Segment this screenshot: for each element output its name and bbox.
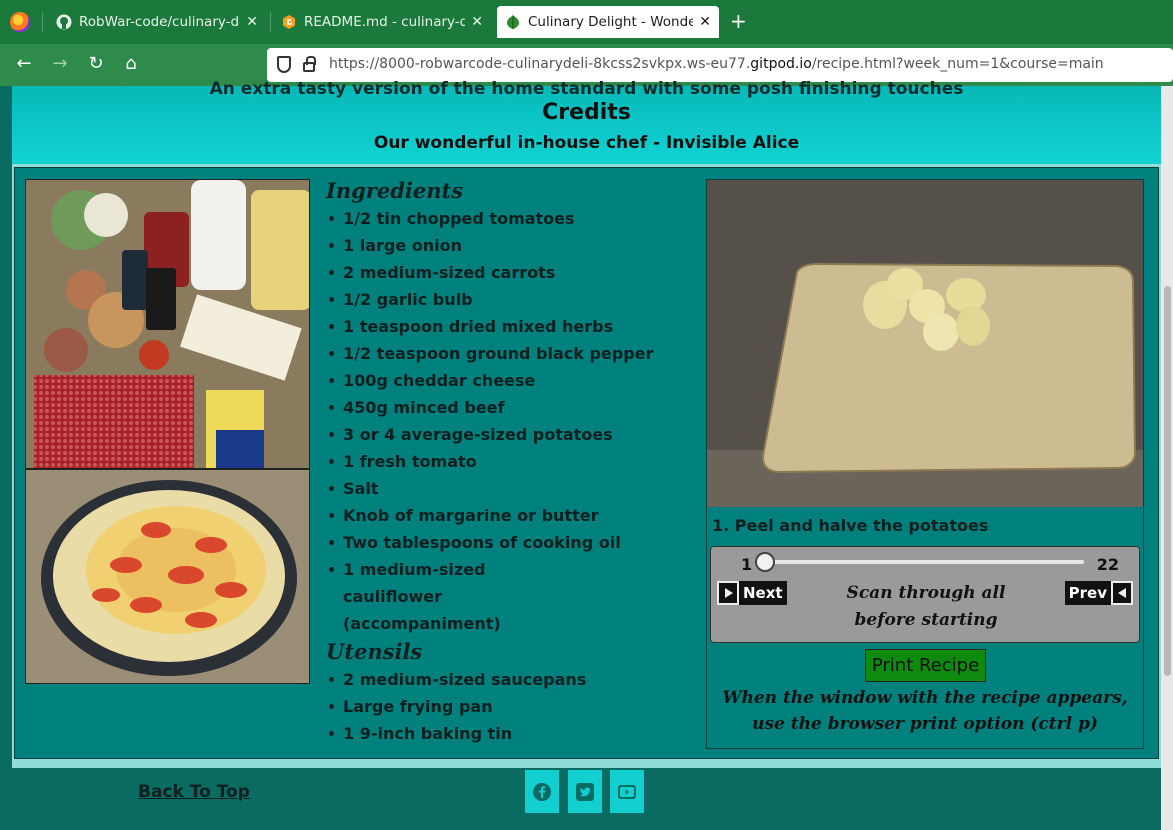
step-slider-panel: 1 22 Next Scan through all before starti… xyxy=(710,546,1140,643)
step-viewer: 1. Peel and halve the potatoes 1 22 Next… xyxy=(706,179,1144,749)
step-instruction: 1. Peel and halve the potatoes xyxy=(712,516,989,535)
print-recipe-button[interactable]: Print Recipe xyxy=(865,649,986,682)
play-right-icon[interactable] xyxy=(717,581,739,605)
tab-separator xyxy=(270,12,271,32)
ingredient-item: 2 medium-sized carrots xyxy=(326,259,696,286)
ingredient-item: 1 medium-sized cauliflower (accompanimen… xyxy=(326,556,556,637)
recipe-description: An extra tasty version of the home stand… xyxy=(209,79,964,99)
slider-min-label: 1 xyxy=(741,555,753,574)
url-text[interactable]: https://8000-robwarcode-culinarydeli-8kc… xyxy=(329,56,1104,72)
ingredients-photo-drawing xyxy=(26,180,309,468)
recipe-panel: An extra tasty version of the home stand… xyxy=(12,79,1161,768)
firefox-icon[interactable] xyxy=(10,12,30,32)
ingredient-item: 3 or 4 average-sized potatoes xyxy=(326,421,696,448)
ingredient-item: 1/2 tin chopped tomatoes xyxy=(326,205,696,232)
close-icon[interactable]: ✕ xyxy=(246,14,258,30)
forward-arrow-icon[interactable]: → xyxy=(48,53,72,74)
ingredient-item: Salt xyxy=(326,475,696,502)
facebook-link[interactable] xyxy=(525,770,559,813)
step-photo-drawing xyxy=(707,180,1143,507)
ingredient-item: 1/2 garlic bulb xyxy=(326,286,696,313)
slider-max-label: 22 xyxy=(1096,555,1119,574)
recipe-body: Ingredients 1/2 tin chopped tomatoes 1 l… xyxy=(14,167,1159,759)
tab-label: RobWar-code/culinary-delig xyxy=(79,14,240,30)
lock-icon[interactable] xyxy=(303,56,316,72)
step-photo xyxy=(707,180,1143,507)
utensil-item: Large frying pan xyxy=(326,693,696,720)
prev-button[interactable]: Prev xyxy=(1064,581,1133,605)
gitpod-icon xyxy=(283,15,295,29)
utensils-heading: Utensils xyxy=(326,639,423,664)
finished-dish-photo xyxy=(25,469,310,684)
ingredient-item: Two tablespoons of cooking oil xyxy=(326,529,696,556)
ingredient-item: 1 fresh tomato xyxy=(326,448,696,475)
home-icon[interactable]: ⌂ xyxy=(119,53,143,74)
twitter-icon xyxy=(576,782,594,801)
finished-dish-drawing xyxy=(26,470,309,683)
tab-github[interactable]: RobWar-code/culinary-delig ✕ xyxy=(48,6,266,38)
url-suffix: /recipe.html?week_num=1&course=main xyxy=(811,56,1104,72)
step-slider[interactable] xyxy=(762,560,1084,564)
reload-icon[interactable]: ↻ xyxy=(84,53,108,74)
credits-heading: Credits xyxy=(542,100,631,125)
step-slider-thumb[interactable] xyxy=(755,552,775,572)
scrollbar-thumb[interactable] xyxy=(1164,286,1171,676)
tab-label: README.md - culinary-delig xyxy=(304,14,466,30)
page-viewport: An extra tasty version of the home stand… xyxy=(0,79,1173,830)
tab-culinary-delight[interactable]: Culinary Delight - Wonderfu ✕ xyxy=(497,6,719,38)
url-bar[interactable]: https://8000-robwarcode-culinarydeli-8kc… xyxy=(267,48,1173,82)
ingredients-list: 1/2 tin chopped tomatoes 1 large onion 2… xyxy=(326,205,696,637)
browser-tab-bar: RobWar-code/culinary-delig ✕ README.md -… xyxy=(0,0,1173,44)
url-domain: gitpod.io xyxy=(750,56,812,72)
tab-separator xyxy=(42,12,43,32)
ingredient-item: 100g cheddar cheese xyxy=(326,367,696,394)
url-prefix: https://8000-robwarcode-culinarydeli-8kc… xyxy=(329,56,751,72)
print-instructions: When the window with the recipe appears,… xyxy=(722,688,1128,734)
tab-label: Culinary Delight - Wonderfu xyxy=(528,14,694,30)
recipe-lists: Ingredients 1/2 tin chopped tomatoes 1 l… xyxy=(326,176,696,747)
next-button[interactable]: Next xyxy=(717,581,787,605)
shield-icon[interactable] xyxy=(277,56,291,73)
twitter-link[interactable] xyxy=(568,770,602,813)
play-left-icon[interactable] xyxy=(1111,581,1133,605)
youtube-link[interactable] xyxy=(610,770,644,813)
close-icon[interactable]: ✕ xyxy=(471,14,483,30)
ingredient-item: Knob of margarine or butter xyxy=(326,502,696,529)
github-icon xyxy=(56,14,72,30)
prev-label[interactable]: Prev xyxy=(1064,581,1111,605)
recipe-header: An extra tasty version of the home stand… xyxy=(12,79,1161,164)
ingredient-item: 1 teaspoon dried mixed herbs xyxy=(326,313,696,340)
ingredients-heading: Ingredients xyxy=(326,178,464,203)
back-arrow-icon[interactable]: ← xyxy=(12,53,36,74)
youtube-icon xyxy=(618,784,636,799)
ingredients-photo xyxy=(25,179,310,469)
new-tab-icon[interactable]: + xyxy=(730,9,747,33)
close-icon[interactable]: ✕ xyxy=(699,14,711,30)
page-footer: Back To Top xyxy=(0,770,1161,830)
facebook-icon xyxy=(533,782,551,801)
utensil-item: 1 9-inch baking tin xyxy=(326,720,696,747)
back-to-top-link[interactable]: Back To Top xyxy=(138,782,250,802)
chef-credit: Our wonderful in-house chef - Invisible … xyxy=(373,133,800,153)
utensils-list: 2 medium-sized saucepans Large frying pa… xyxy=(326,666,696,747)
ingredient-item: 450g minced beef xyxy=(326,394,696,421)
leaf-icon xyxy=(507,15,519,29)
scan-hint: Scan through all before starting xyxy=(846,583,1006,630)
next-label[interactable]: Next xyxy=(739,581,787,605)
page-scrollbar[interactable] xyxy=(1161,86,1173,830)
tab-gitpod[interactable]: README.md - culinary-delig ✕ xyxy=(273,6,491,38)
ingredient-item: 1 large onion xyxy=(326,232,696,259)
ingredient-item: 1/2 teaspoon ground black pepper xyxy=(326,340,696,367)
utensil-item: 2 medium-sized saucepans xyxy=(326,666,696,693)
